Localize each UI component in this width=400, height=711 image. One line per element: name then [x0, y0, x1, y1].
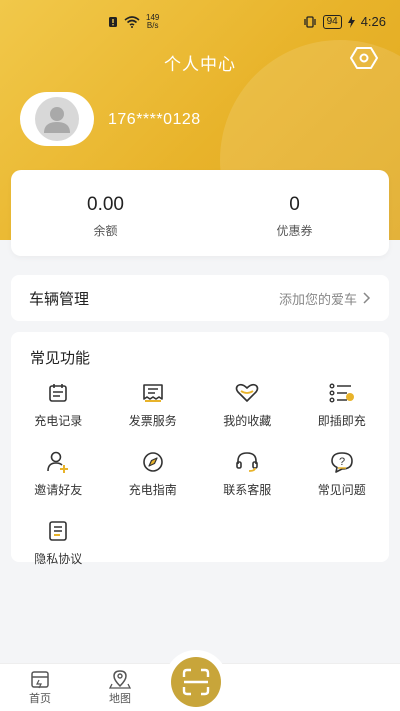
scan-icon: [182, 668, 210, 696]
coupon-item[interactable]: 0 优惠券: [200, 170, 389, 256]
status-left-group: 149 B/s: [108, 14, 159, 30]
add-vehicle-label: 添加您的爱车: [278, 291, 357, 307]
coupon-value: 0: [289, 194, 300, 215]
invoice-icon: [142, 384, 163, 402]
document-icon: [49, 521, 68, 541]
vibrate-icon: [303, 15, 316, 28]
balance-label: 余额: [93, 224, 118, 238]
function-label: 常见问题: [317, 483, 366, 497]
function-label: 隐私协议: [34, 552, 83, 566]
clock: 4:26: [360, 14, 386, 29]
functions-card: 常见功能 充电记录 发票服务 我的收藏 即插即充 邀请好友 充电指南 联系客服: [11, 332, 389, 566]
tab-home-label: 首页: [29, 693, 51, 705]
page-title: 个人中心: [164, 55, 236, 74]
wifi-icon: [124, 16, 140, 28]
scan-charge-button[interactable]: [164, 650, 228, 711]
function-my-favorites[interactable]: 我的收藏: [200, 382, 295, 429]
function-label: 发票服务: [128, 414, 177, 428]
status-bar: 149 B/s 94 4:26: [0, 0, 400, 44]
function-invite-friends[interactable]: 邀请好友: [11, 451, 106, 498]
settings-icon[interactable]: [350, 46, 378, 70]
function-label: 我的收藏: [223, 414, 272, 428]
svg-text:?: ?: [339, 456, 345, 468]
scan-charge-inner: [171, 657, 221, 707]
user-icon: [44, 107, 70, 133]
net-speed-unit: B/s: [146, 21, 159, 30]
battery-indicator: 94: [322, 14, 342, 29]
chevron-right-icon: [363, 292, 371, 304]
add-user-icon: [47, 451, 69, 473]
vehicle-title: 车辆管理: [29, 290, 90, 308]
function-label: 充电指南: [128, 483, 177, 497]
tab-map[interactable]: 地图: [90, 668, 150, 706]
function-charging-guide[interactable]: 充电指南: [106, 451, 201, 498]
function-label: 联系客服: [223, 483, 272, 497]
functions-grid: 充电记录 发票服务 我的收藏 即插即充 邀请好友 充电指南 联系客服 ? 常见问: [11, 382, 389, 567]
add-vehicle-link[interactable]: 添加您的爱车: [279, 289, 371, 308]
function-label: 邀请好友: [34, 483, 83, 497]
function-contact-support[interactable]: 联系客服: [200, 451, 295, 498]
function-privacy-policy[interactable]: 隐私协议: [11, 520, 106, 567]
function-faq[interactable]: ? 常见问题: [295, 451, 390, 498]
function-invoice-service[interactable]: 发票服务: [106, 382, 201, 429]
wallet-card: 0.00 余额 0 优惠券: [11, 170, 389, 256]
notification-icon: [109, 17, 117, 27]
user-phone[interactable]: 176****0128: [108, 111, 201, 129]
tab-map-label: 地图: [109, 693, 131, 705]
status-right-group: 94 4:26: [303, 14, 386, 29]
function-label: 充电记录: [34, 414, 83, 428]
vehicle-management-row[interactable]: 车辆管理 添加您的爱车: [11, 275, 389, 321]
balance-item[interactable]: 0.00 余额: [11, 170, 200, 256]
balance-value: 0.00: [87, 194, 124, 215]
map-pin-icon: [109, 670, 131, 689]
tab-home[interactable]: 首页: [10, 668, 70, 706]
charging-icon: [347, 15, 355, 28]
functions-title: 常见功能: [30, 350, 91, 367]
question-icon: ?: [330, 452, 353, 473]
net-speed: 149 B/s: [146, 14, 159, 30]
list-icon: [329, 383, 354, 403]
calendar-icon: [49, 384, 68, 402]
function-label: 即插即充: [317, 414, 366, 428]
function-charging-records[interactable]: 充电记录: [11, 382, 106, 429]
home-icon: [31, 671, 49, 689]
avatar[interactable]: [20, 92, 94, 146]
headset-icon: [236, 452, 259, 472]
heart-icon: [235, 383, 259, 402]
function-plug-and-charge[interactable]: 即插即充: [295, 382, 390, 429]
coupon-label: 优惠券: [276, 224, 313, 238]
avatar-placeholder: [35, 97, 79, 141]
compass-icon: [142, 452, 163, 472]
